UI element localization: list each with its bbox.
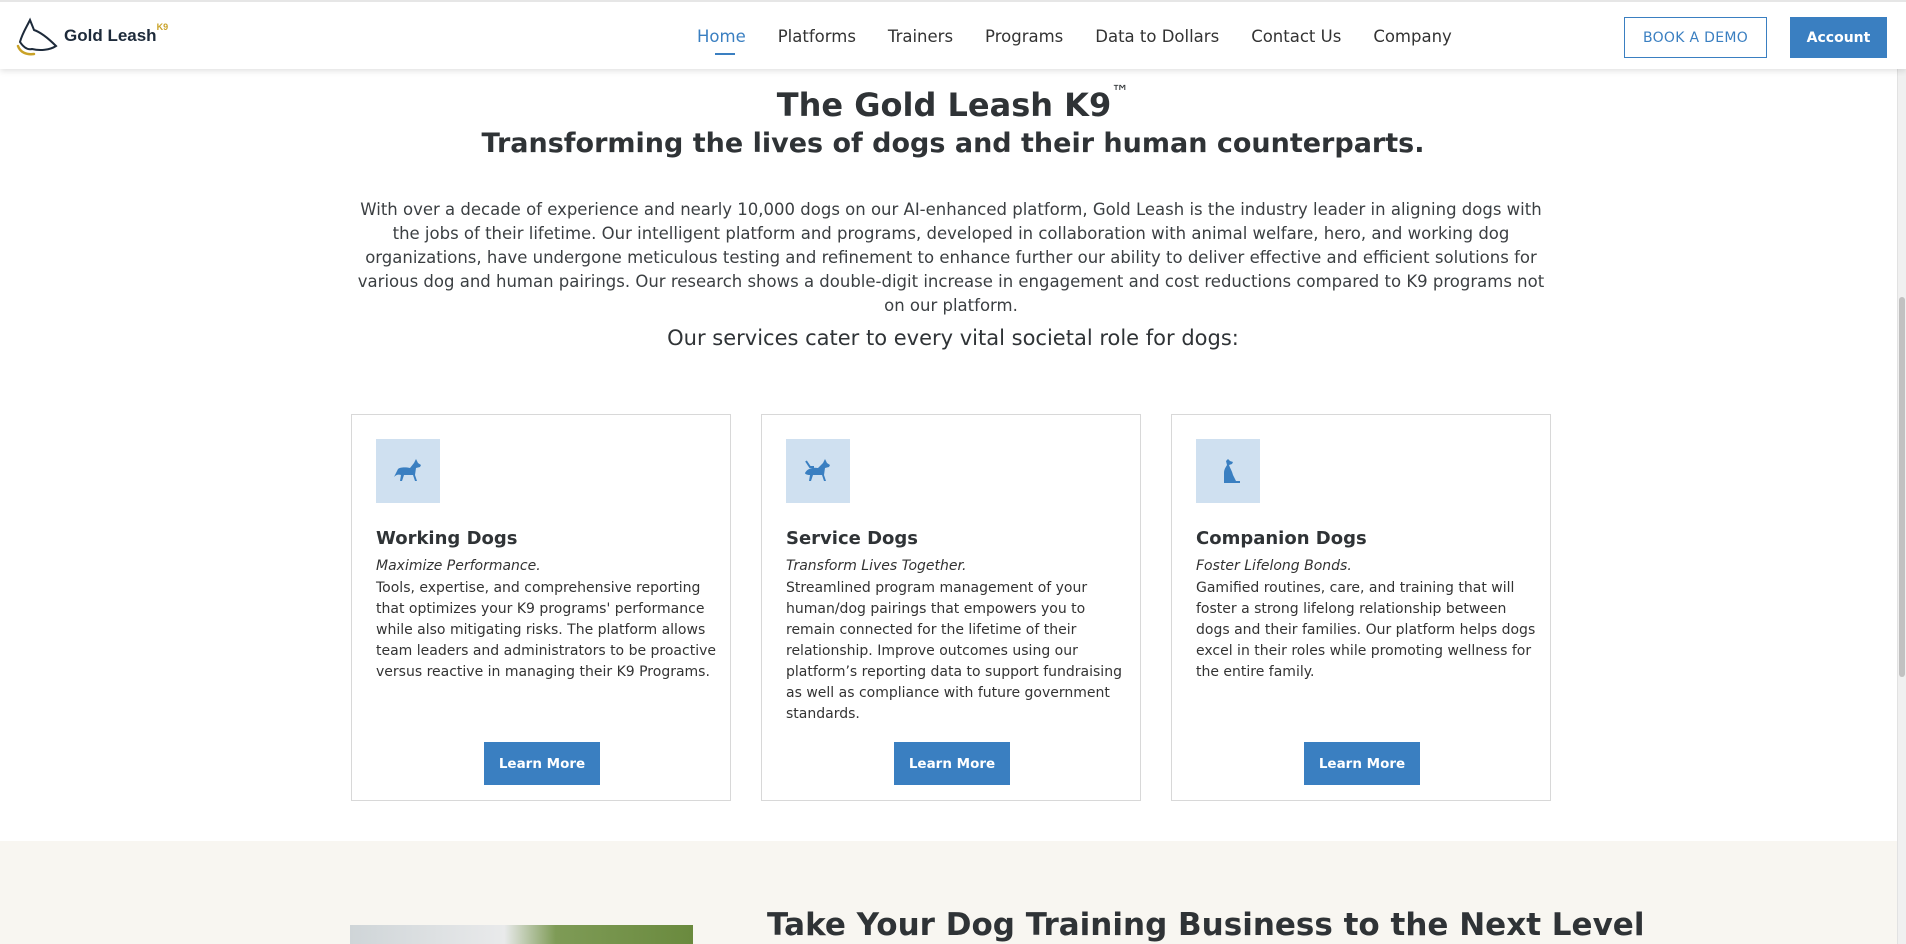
- card-description: Tools, expertise, and comprehensive repo…: [376, 580, 716, 680]
- page-subtitle: Transforming the lives of dogs and their…: [481, 128, 1425, 159]
- site-header: Gold LeashK9 Home Platforms Trainers Pro…: [0, 0, 1906, 69]
- promo-title: Take Your Dog Training Business to the N…: [767, 907, 1645, 943]
- trademark-mark: ™: [1111, 82, 1130, 104]
- companion-dog-icon: [1224, 459, 1240, 483]
- card-description: Streamlined program management of your h…: [786, 580, 1122, 722]
- card-title: Service Dogs: [786, 528, 919, 549]
- nav-company[interactable]: Company: [1373, 27, 1452, 46]
- card-companion-dogs: Companion Dogs Foster Lifelong Bonds. Ga…: [1171, 414, 1551, 801]
- dog-head-logo-icon: [16, 17, 58, 56]
- card-working-dogs: Working Dogs Maximize Performance. Tools…: [351, 414, 731, 801]
- learn-more-button[interactable]: Learn More: [894, 742, 1010, 785]
- services-heading: Our services cater to every vital societ…: [667, 326, 1239, 350]
- book-demo-button[interactable]: BOOK A DEMO: [1624, 17, 1767, 58]
- card-title: Companion Dogs: [1196, 528, 1367, 549]
- working-dog-icon: [394, 459, 421, 481]
- card-service-dogs: Service Dogs Transform Lives Together. S…: [761, 414, 1141, 801]
- card-tagline: Transform Lives Together.: [786, 558, 967, 574]
- card-tagline: Maximize Performance.: [376, 558, 541, 574]
- logo-text: Gold LeashK9: [64, 22, 169, 45]
- account-button[interactable]: Account: [1790, 17, 1887, 58]
- main-nav: Home Platforms Trainers Programs Data to…: [697, 2, 1484, 71]
- nav-programs[interactable]: Programs: [985, 27, 1063, 46]
- nav-home[interactable]: Home: [697, 27, 746, 55]
- service-dog-icon: [805, 459, 830, 481]
- card-title: Working Dogs: [376, 528, 518, 549]
- nav-platforms[interactable]: Platforms: [778, 27, 856, 46]
- card-icon-box: [786, 439, 850, 503]
- page-title: The Gold Leash K9™: [776, 82, 1130, 124]
- card-description: Gamified routines, care, and training th…: [1196, 580, 1536, 680]
- learn-more-button[interactable]: Learn More: [1304, 742, 1420, 785]
- promo-band: Take Your Dog Training Business to the N…: [0, 841, 1906, 944]
- logo[interactable]: Gold LeashK9: [14, 16, 168, 56]
- nav-data-to-dollars[interactable]: Data to Dollars: [1095, 27, 1219, 46]
- scrollbar-thumb[interactable]: [1899, 297, 1905, 677]
- card-icon-box: [376, 439, 440, 503]
- card-icon-box: [1196, 439, 1260, 503]
- learn-more-button[interactable]: Learn More: [484, 742, 600, 785]
- card-tagline: Foster Lifelong Bonds.: [1196, 558, 1352, 574]
- dog-training-photo: [350, 925, 693, 944]
- page-scrollbar[interactable]: [1897, 0, 1906, 944]
- logo-superscript: K9: [156, 22, 169, 32]
- nav-contact-us[interactable]: Contact Us: [1251, 27, 1341, 46]
- intro-paragraph: With over a decade of experience and nea…: [357, 200, 1545, 315]
- nav-trainers[interactable]: Trainers: [888, 27, 953, 46]
